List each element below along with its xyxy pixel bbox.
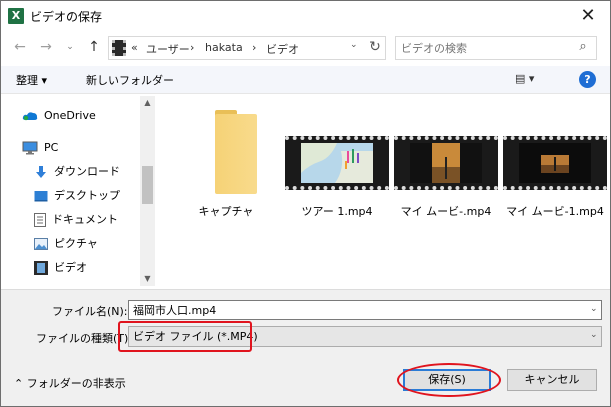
refresh-icon[interactable]: ↻ — [366, 38, 384, 56]
sidebar-item-onedrive[interactable]: OneDrive — [22, 106, 96, 126]
scroll-down-icon[interactable]: ▼ — [140, 272, 155, 286]
sidebar-item-pictures[interactable]: ピクチャ — [34, 234, 98, 254]
breadcrumb-separator[interactable]: › — [252, 41, 256, 54]
video-icon — [34, 261, 48, 275]
sidebar-scroll-thumb[interactable] — [142, 166, 153, 204]
map-thumbnail — [301, 143, 373, 183]
forward-icon[interactable]: → — [38, 39, 54, 55]
address-dropdown-icon[interactable]: ⌄ — [350, 40, 358, 50]
chevron-down-icon[interactable]: ⌄ — [590, 330, 598, 340]
sidebar-item-pc[interactable]: PC — [22, 138, 58, 158]
sunset-thumbnail — [519, 143, 591, 183]
sidebar-item-downloads[interactable]: ダウンロード — [34, 162, 120, 182]
chevron-down-icon[interactable]: ⌄ — [590, 304, 598, 314]
sidebar-item-label: ダウンロード — [54, 165, 120, 178]
sidebar-item-label: OneDrive — [44, 109, 96, 122]
video-folder-icon — [112, 40, 126, 56]
download-icon — [36, 166, 46, 178]
picture-icon — [34, 238, 48, 250]
search-input[interactable] — [401, 40, 561, 56]
video-thumbnail-icon — [394, 136, 498, 190]
sidebar-item-documents[interactable]: ドキュメント — [34, 210, 118, 230]
hide-folders-button[interactable]: ⌃ フォルダーの非表示 — [14, 375, 126, 391]
filename-field[interactable] — [128, 300, 602, 320]
file-name: キャプチャ — [198, 205, 254, 218]
sidebar-item-videos[interactable]: ビデオ — [34, 258, 87, 278]
filename-label: ファイル名(N): — [52, 305, 128, 318]
video-thumbnail-icon — [503, 136, 607, 190]
file-name: ツアー 1.mp4 — [301, 205, 373, 218]
close-button[interactable]: ✕ — [568, 2, 608, 30]
search-icon[interactable]: ⌕ — [575, 39, 591, 55]
sidebar-item-label: ドキュメント — [52, 213, 118, 226]
up-folder-icon[interactable]: ↑ — [86, 39, 102, 55]
breadcrumb-prefix[interactable]: « — [131, 41, 138, 54]
breadcrumb-video[interactable]: ビデオ — [266, 41, 299, 57]
help-icon[interactable]: ? — [579, 71, 596, 88]
file-name: マイ ムービ-.mp4 — [400, 205, 492, 218]
sidebar-item-desktop[interactable]: デスクトップ — [34, 186, 120, 206]
highlight-rectangle — [118, 321, 252, 352]
sidebar-item-label: ピクチャ — [54, 237, 98, 250]
sidebar-item-label: デスクトップ — [54, 189, 120, 202]
recent-dropdown-icon[interactable]: ⌄ — [62, 39, 78, 55]
view-options-icon[interactable]: ▤ ▾ — [515, 72, 534, 85]
breadcrumb-user[interactable]: ユーザー — [146, 41, 190, 57]
file-name: マイ ムービ-1.mp4 — [506, 205, 604, 218]
window-title: ビデオの保存 — [30, 10, 103, 24]
folder-icon — [215, 114, 257, 194]
file-item-video[interactable]: マイ ムービ-.mp4 — [394, 108, 498, 220]
sidebar-item-label: PC — [44, 141, 59, 154]
pc-icon — [22, 141, 38, 155]
new-folder-button[interactable]: 新しいフォルダー — [86, 72, 174, 88]
highlight-ellipse — [397, 363, 501, 397]
file-item-video[interactable]: マイ ムービ-1.mp4 — [503, 108, 607, 220]
breadcrumb-separator[interactable]: › — [190, 41, 194, 54]
onedrive-icon — [22, 112, 38, 121]
video-thumbnail-icon — [285, 136, 389, 190]
file-item-video[interactable]: ツアー 1.mp4 — [285, 108, 389, 220]
desktop-icon — [34, 191, 48, 202]
sunset-thumbnail — [410, 143, 482, 183]
breadcrumb-hakata[interactable]: hakata — [205, 41, 243, 54]
scroll-up-icon[interactable]: ▲ — [140, 96, 155, 110]
cancel-button[interactable]: キャンセル — [507, 369, 597, 391]
organize-button[interactable]: 整理 ▾ — [16, 72, 47, 88]
sidebar-item-label: ビデオ — [54, 261, 87, 274]
file-item-folder[interactable]: キャプチャ — [174, 108, 278, 220]
excel-icon: X — [8, 8, 24, 24]
document-icon — [34, 213, 46, 227]
back-icon[interactable]: ← — [12, 39, 28, 55]
